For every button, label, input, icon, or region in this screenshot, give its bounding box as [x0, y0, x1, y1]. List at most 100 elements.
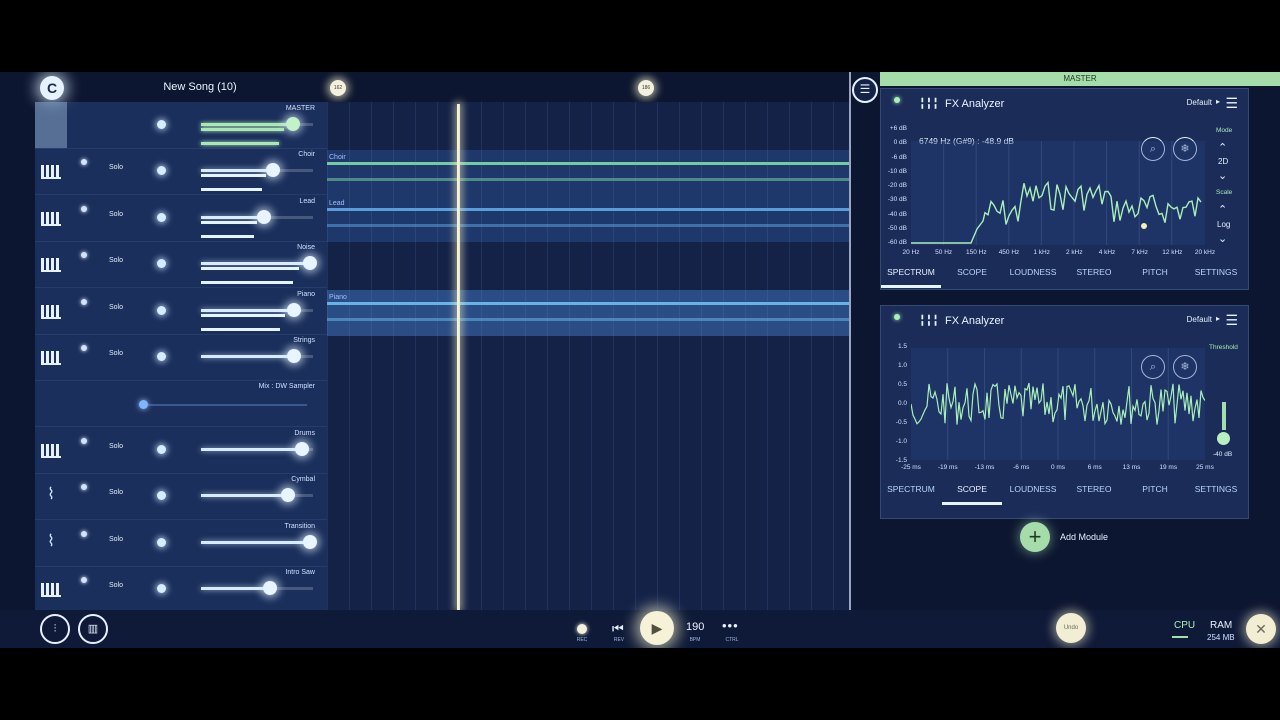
tab-stereo[interactable]: STEREO [1064, 267, 1124, 277]
volume-fader-knob[interactable] [294, 441, 309, 456]
scope-plot[interactable] [911, 348, 1205, 460]
spectrum-plot[interactable] [911, 141, 1205, 245]
mixer-track[interactable]: Choir Solo [35, 148, 327, 196]
tab-scope[interactable]: SCOPE [942, 484, 1002, 494]
pan-knob[interactable] [157, 259, 166, 269]
arrangement-lane[interactable]: Piano [327, 290, 849, 336]
solo-button[interactable]: Solo [109, 443, 123, 450]
bpm-value[interactable]: 190 [686, 621, 704, 633]
clip-automation-line[interactable] [327, 208, 849, 211]
mixer-toggle-icon[interactable]: ⫶ [40, 614, 70, 644]
solo-button[interactable]: Solo [109, 164, 123, 171]
solo-button[interactable]: Solo [109, 257, 123, 264]
mute-toggle[interactable] [81, 530, 87, 537]
hamburger-icon[interactable]: ☰ [1225, 312, 1238, 329]
more-icon[interactable]: ••• [722, 618, 739, 633]
chevron-down-icon[interactable]: ⌄ [1218, 232, 1227, 245]
mixer-track[interactable]: Noise Solo [35, 241, 327, 289]
clip-automation-line[interactable] [327, 178, 849, 181]
chevron-up-icon[interactable]: ⌃ [1218, 141, 1227, 154]
mute-toggle[interactable] [81, 159, 87, 166]
volume-fader-knob[interactable] [302, 534, 317, 549]
mute-toggle[interactable] [81, 252, 87, 259]
volume-fader-knob[interactable] [281, 488, 296, 503]
tab-loudness[interactable]: LOUDNESS [1003, 267, 1063, 277]
record-button[interactable] [577, 624, 587, 634]
add-module-label[interactable]: Add Module [1060, 532, 1108, 542]
ram-label[interactable]: RAM [1210, 620, 1232, 631]
play-button[interactable]: ▶ [640, 611, 674, 645]
tab-spectrum[interactable]: SPECTRUM [881, 484, 941, 494]
tab-spectrum[interactable]: SPECTRUM [881, 267, 941, 277]
volume-fader-knob[interactable] [256, 209, 271, 224]
pan-knob[interactable] [157, 212, 166, 222]
pan-knob[interactable] [157, 166, 166, 176]
arrangement-lane[interactable]: Lead [327, 196, 849, 242]
mute-toggle[interactable] [81, 298, 87, 305]
timeline-ruler[interactable]: 162 186 [327, 72, 849, 102]
solo-button[interactable]: Solo [109, 350, 123, 357]
pan-knob[interactable] [157, 305, 166, 315]
song-title[interactable]: New Song (10) [140, 81, 260, 93]
pan-knob[interactable] [157, 584, 166, 593]
pan-knob[interactable] [157, 491, 166, 501]
tab-stereo[interactable]: STEREO [1064, 484, 1124, 494]
solo-button[interactable]: Solo [109, 489, 123, 496]
chevron-right-icon[interactable]: ▸ [1216, 97, 1220, 106]
mixer-track[interactable]: Strings Solo [35, 334, 327, 381]
mixer-track[interactable]: Lead Solo [35, 195, 327, 242]
timeline-marker[interactable]: 186 [638, 80, 654, 96]
mute-toggle[interactable] [81, 484, 87, 491]
threshold-slider-track[interactable] [1222, 402, 1226, 430]
volume-fader-knob[interactable] [265, 163, 280, 178]
mixer-track[interactable]: Drums Solo [35, 427, 327, 474]
solo-button[interactable]: Solo [109, 211, 123, 218]
mixer-track[interactable]: Intro Saw Solo [35, 566, 327, 613]
tab-settings[interactable]: SETTINGS [1186, 267, 1246, 277]
panel-divider[interactable] [849, 72, 851, 610]
arrangement-lane[interactable]: Choir [327, 150, 849, 196]
menu-button[interactable]: ☰ [852, 77, 878, 103]
mute-toggle[interactable] [81, 437, 87, 444]
chevron-down-icon[interactable]: ⌄ [1218, 169, 1227, 182]
mute-toggle[interactable] [81, 577, 87, 583]
module-enable-dot[interactable] [894, 314, 900, 320]
app-logo[interactable]: C [40, 76, 64, 100]
chevron-right-icon[interactable]: ▸ [1216, 314, 1220, 323]
solo-button[interactable]: Solo [109, 536, 123, 543]
chevron-up-icon[interactable]: ⌃ [1218, 203, 1227, 216]
volume-fader-knob[interactable] [286, 349, 301, 363]
mode-value[interactable]: 2D [1218, 157, 1228, 166]
mixer-track[interactable]: Cymbal ⌇ Solo [35, 473, 327, 521]
volume-fader-knob[interactable] [302, 256, 317, 271]
mixer-track[interactable]: Mix : DW Sampler [35, 380, 327, 428]
tab-scope[interactable]: SCOPE [942, 267, 1002, 277]
pan-knob[interactable] [157, 352, 166, 361]
tab-pitch[interactable]: PITCH [1125, 267, 1185, 277]
tab-settings[interactable]: SETTINGS [1186, 484, 1246, 494]
clip-automation-line[interactable] [327, 302, 849, 305]
threshold-slider-knob[interactable] [1217, 432, 1230, 445]
mixer-track[interactable]: Piano Solo [35, 288, 327, 335]
pan-knob[interactable] [157, 120, 166, 129]
module-enable-dot[interactable] [894, 97, 900, 103]
clip-automation-line[interactable] [327, 162, 849, 165]
undo-button[interactable]: Undo [1056, 613, 1086, 643]
mute-toggle[interactable] [81, 205, 87, 212]
rewind-button[interactable]: ⏮ [612, 621, 624, 637]
clip-automation-line[interactable] [327, 224, 849, 227]
mixer-track[interactable]: MASTER [35, 102, 327, 149]
spectrum-cursor[interactable] [1141, 223, 1147, 229]
tab-pitch[interactable]: PITCH [1125, 484, 1185, 494]
pan-knob[interactable] [157, 444, 166, 454]
preset-selector[interactable]: Default [1187, 315, 1212, 324]
cpu-label[interactable]: CPU [1174, 620, 1195, 631]
volume-fader-knob[interactable] [286, 302, 301, 317]
tab-loudness[interactable]: LOUDNESS [1003, 484, 1063, 494]
clip-automation-line[interactable] [327, 318, 849, 321]
volume-fader-knob[interactable] [263, 581, 278, 595]
preset-selector[interactable]: Default [1187, 98, 1212, 107]
add-module-button[interactable]: + [1020, 522, 1050, 552]
close-icon[interactable]: ✕ [1246, 614, 1276, 644]
mute-toggle[interactable] [81, 345, 87, 351]
